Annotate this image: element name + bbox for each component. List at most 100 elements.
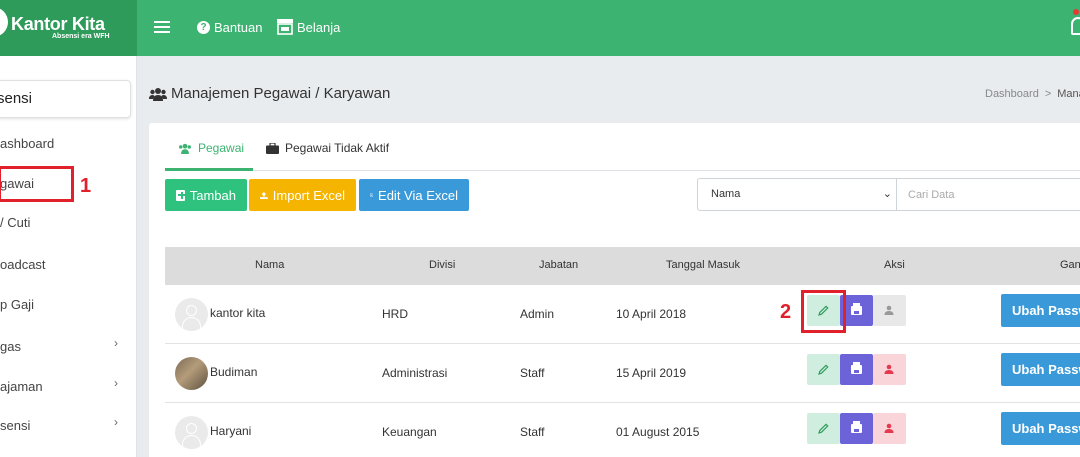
deactivate-user-button[interactable] [873, 413, 906, 444]
table-row: Budiman Administrasi Staff 15 April 2019… [165, 344, 1080, 403]
table-header: Nama Divisi Jabatan Tanggal Masuk Aksi G… [165, 247, 1080, 285]
user-icon [186, 305, 197, 316]
table-row: Haryani Keuangan Staff 01 August 2015 Ub… [165, 403, 1080, 457]
tab-pegawai-tidak-aktif[interactable]: Pegawai Tidak Aktif [266, 141, 389, 155]
change-password-button[interactable]: Ubah Passw [1001, 412, 1080, 445]
edit-via-excel-button-label: Edit Via Excel [378, 187, 458, 203]
user-icon [186, 423, 197, 434]
sidebar-item-cuti[interactable]: / Cuti [0, 215, 30, 230]
deactivate-user-button[interactable] [873, 295, 906, 326]
brand-name: Kantor Kita [11, 14, 105, 34]
cell-divisi: Keuangan [382, 425, 437, 439]
column-header-divisi[interactable]: Divisi [429, 259, 455, 271]
notification-bell-icon[interactable] [1071, 17, 1080, 35]
brand-tagline: Absensi era WFH [52, 33, 110, 40]
add-button[interactable]: Tambah [165, 179, 247, 211]
sidebar-item-slip-gaji[interactable]: p Gaji [0, 297, 34, 312]
annotation-highlight-edit [801, 290, 846, 333]
breadcrumb: Dashboard > Mana [985, 88, 1080, 100]
filter-field-value: Nama [711, 188, 741, 200]
pencil-icon [818, 423, 829, 434]
user-times-icon [884, 423, 893, 433]
tab-bar: Pegawai Pegawai Tidak Aktif [165, 123, 1080, 171]
topbar: ? Bantuan Belanja [137, 0, 1080, 56]
nav-shop-label: Belanja [297, 20, 341, 35]
column-header-aksi: Aksi [884, 259, 905, 271]
nav-shop[interactable]: Belanja [276, 18, 340, 35]
avatar [175, 416, 208, 449]
cell-jabatan: Staff [520, 425, 545, 439]
cell-divisi: HRD [382, 307, 408, 321]
tab-pegawai[interactable]: Pegawai [178, 141, 244, 155]
printer-icon [851, 421, 862, 433]
chevron-down-icon: ⌄ [882, 188, 892, 200]
page-title: Manajemen Pegawai / Karyawan [149, 85, 390, 102]
breadcrumb-separator: > [1044, 88, 1052, 100]
tab-pegawai-label: Pegawai [198, 141, 245, 155]
search-input[interactable] [897, 178, 1080, 211]
question-icon: ? [197, 21, 210, 34]
edit-button[interactable] [807, 354, 840, 385]
brand[interactable]: Kantor Kita Absensi era WFH [0, 0, 137, 56]
column-header-nama[interactable]: Nama [255, 259, 284, 271]
sidebar-item-broadcast[interactable]: oadcast [0, 257, 46, 272]
cell-nama: Haryani [210, 424, 252, 438]
table-row: kantor kita HRD Admin 10 April 2018 Ubah… [165, 285, 1080, 344]
sidebar-item-tugas[interactable]: gas [0, 339, 21, 354]
change-password-button[interactable]: Ubah Passw [1001, 294, 1080, 327]
user-times-icon [884, 364, 893, 374]
user-body-shape [182, 435, 201, 446]
user-body-shape [182, 317, 201, 328]
column-header-jabatan[interactable]: Jabatan [539, 259, 578, 271]
users-icon [149, 87, 167, 101]
chevron-right-icon: › [114, 415, 118, 429]
add-button-label: Tambah [189, 187, 236, 203]
annotation-highlight-pegawai [0, 166, 74, 202]
deactivate-user-button[interactable] [873, 354, 906, 385]
printer-icon [851, 303, 862, 315]
page-title-text: Manajemen Pegawai / Karyawan [171, 85, 391, 102]
nav-help-label: Bantuan [214, 20, 263, 35]
sidebar-item-absensi[interactable]: sensi [0, 418, 30, 433]
excel-file-icon [370, 193, 374, 197]
annotation-step-1: 1 [80, 175, 92, 197]
menu-toggle-icon[interactable] [154, 21, 170, 33]
chevron-right-icon: › [114, 376, 118, 390]
sidebar-item-dashboard[interactable]: ashboard [0, 136, 54, 151]
nav-help[interactable]: ? Bantuan [197, 20, 262, 35]
edit-via-excel-button[interactable]: Edit Via Excel [359, 179, 469, 211]
breadcrumb-current: Mana [1057, 88, 1080, 100]
briefcase-icon [266, 142, 279, 154]
column-header-tanggal-masuk[interactable]: Tanggal Masuk [666, 259, 740, 271]
cell-tanggal-masuk: 01 August 2015 [616, 425, 700, 439]
sidebar-item-pinjaman[interactable]: ajaman [0, 379, 43, 394]
user-times-icon [884, 305, 893, 315]
printer-icon [851, 362, 862, 374]
avatar [175, 298, 208, 331]
column-header-ganti-password: Gan [1060, 259, 1080, 271]
edit-button[interactable] [807, 413, 840, 444]
cell-tanggal-masuk: 10 April 2018 [616, 307, 687, 321]
print-button[interactable] [840, 354, 873, 385]
avatar [175, 357, 208, 390]
sidebar: sensi ashboard gawai / Cuti oadcast p Ga… [0, 56, 137, 457]
cell-divisi: Administrasi [382, 366, 448, 380]
breadcrumb-home[interactable]: Dashboard [985, 88, 1039, 100]
chevron-right-icon: › [114, 336, 118, 350]
sidebar-header[interactable]: sensi [0, 80, 131, 118]
cell-jabatan: Staff [520, 366, 545, 380]
cell-nama: Budiman [210, 365, 258, 379]
brand-logo [0, 7, 8, 37]
plus-square-icon [176, 189, 185, 201]
print-button[interactable] [840, 413, 873, 444]
store-icon [277, 19, 293, 35]
annotation-step-2: 2 [780, 301, 792, 323]
import-excel-button[interactable]: Import Excel [249, 179, 356, 211]
upload-icon [260, 191, 268, 199]
pencil-icon [818, 364, 829, 375]
change-password-button[interactable]: Ubah Passw [1001, 353, 1080, 386]
filter-field-select[interactable]: Nama ⌄ [697, 178, 897, 211]
cell-tanggal-masuk: 15 April 2019 [616, 366, 687, 380]
users-icon [179, 143, 191, 154]
tab-pegawai-tidak-aktif-label: Pegawai Tidak Aktif [285, 141, 390, 155]
